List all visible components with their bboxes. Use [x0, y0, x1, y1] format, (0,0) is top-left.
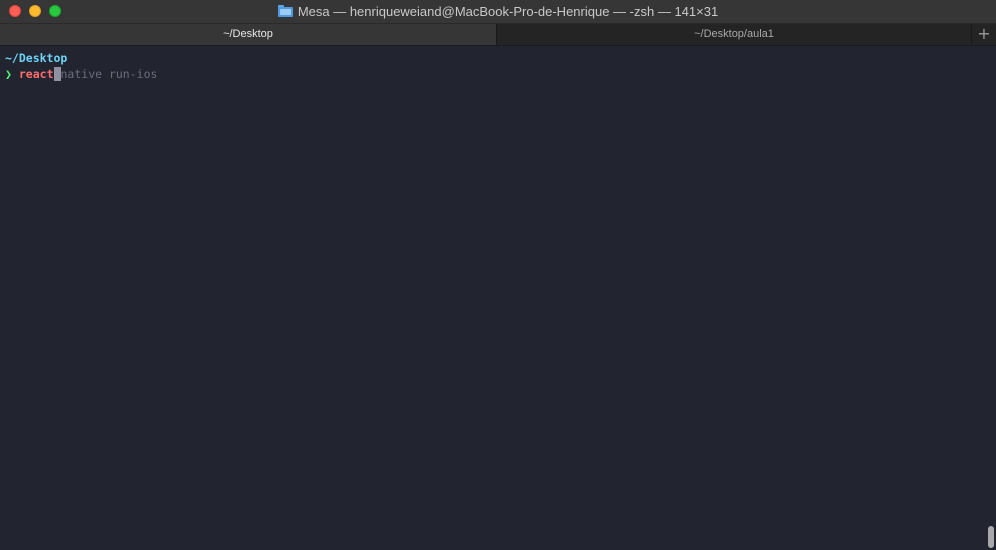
text-cursor — [53, 67, 61, 81]
cwd-line: ~/Desktop — [5, 50, 996, 66]
typed-command: react — [18, 67, 54, 81]
prompt-chevron-icon: ❯ — [5, 67, 12, 81]
folder-icon — [277, 5, 293, 17]
window-title: Mesa — henriqueweiand@MacBook-Pro-de-Hen… — [0, 3, 996, 20]
terminal-window: Mesa — henriqueweiand@MacBook-Pro-de-Hen… — [0, 0, 996, 550]
tab-bar: ~/Desktop ~/Desktop/aula1 + — [0, 24, 996, 46]
vertical-scrollbar[interactable] — [988, 526, 994, 548]
window-title-text: Mesa — henriqueweiand@MacBook-Pro-de-Hen… — [297, 4, 719, 19]
prompt-line[interactable]: ❯ react native run-ios — [5, 66, 996, 82]
title-bar[interactable]: Mesa — henriqueweiand@MacBook-Pro-de-Hen… — [0, 0, 996, 24]
tab-desktop[interactable]: ~/Desktop — [0, 24, 497, 45]
terminal-output[interactable]: ~/Desktop ❯ react native run-ios — [0, 46, 996, 550]
new-tab-button[interactable]: + — [972, 24, 996, 45]
autosuggestion: native run-ios — [60, 67, 158, 81]
tab-desktop-aula1[interactable]: ~/Desktop/aula1 — [497, 24, 972, 45]
plus-icon: + — [977, 24, 991, 43]
current-directory: ~/Desktop — [5, 51, 68, 65]
